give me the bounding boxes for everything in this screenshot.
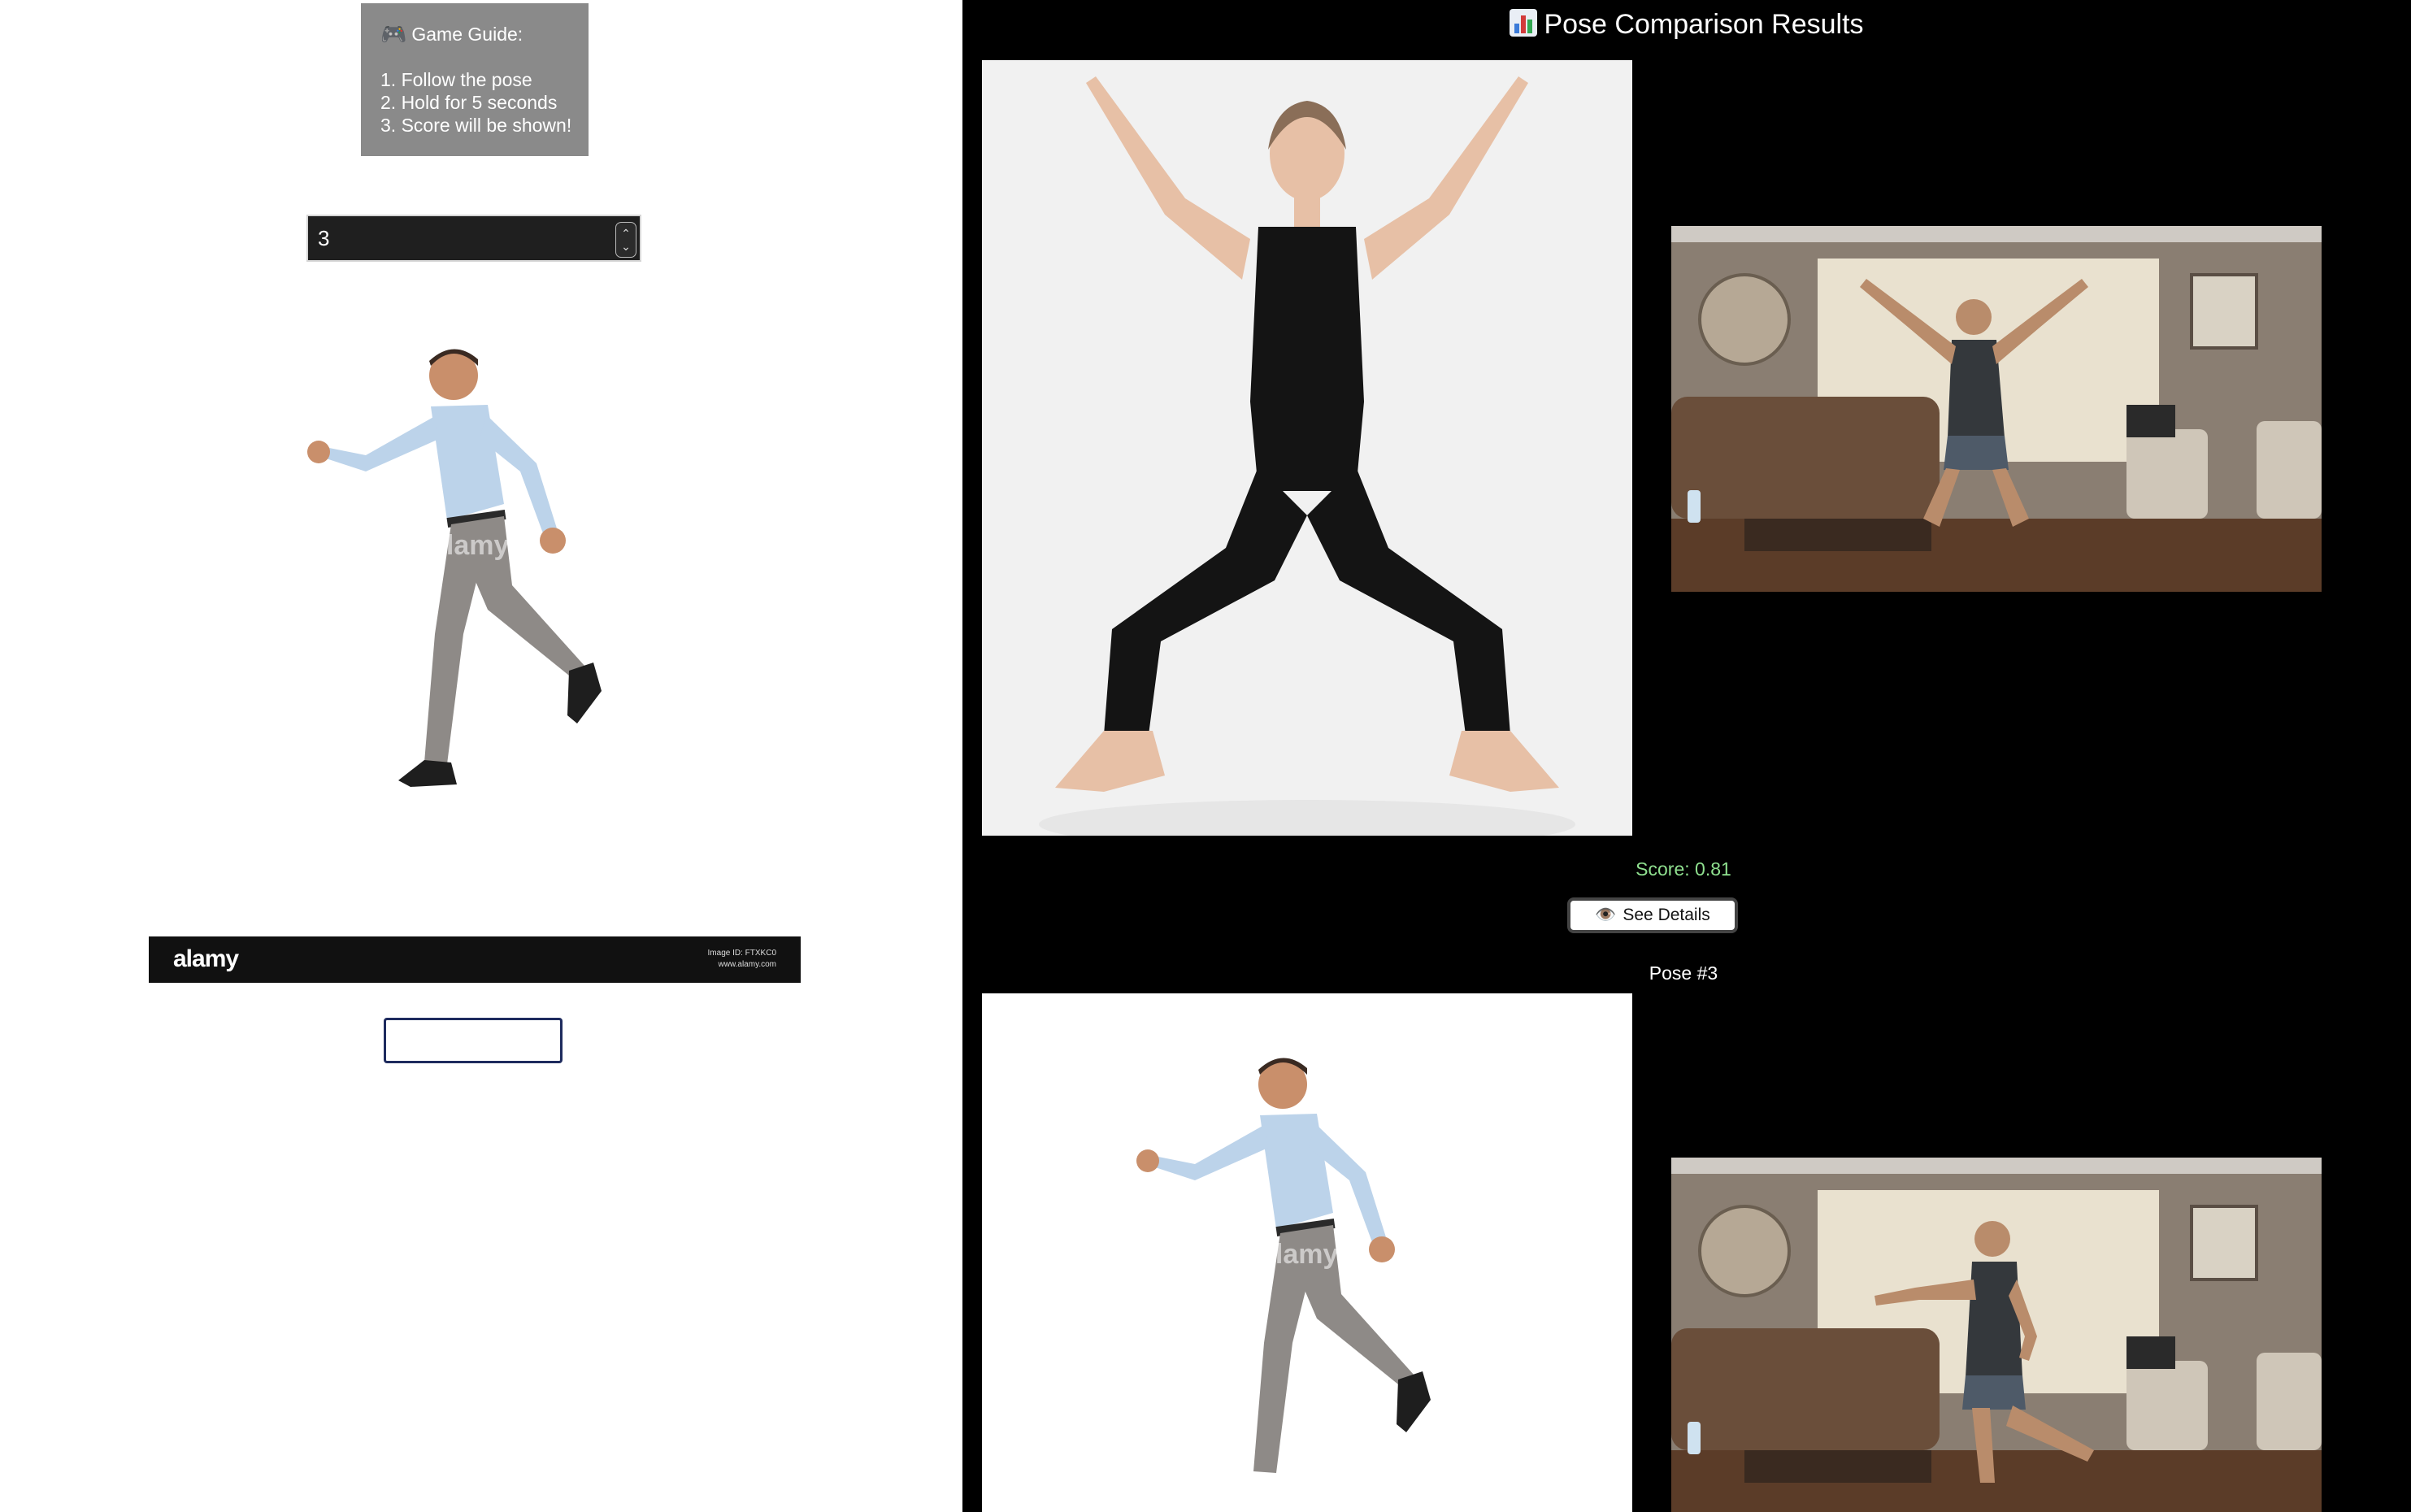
game-guide-card: 🎮 Game Guide: 1. Follow the pose 2. Hold… <box>361 3 589 156</box>
image-watermark: alamy <box>431 530 509 561</box>
image-watermark: alamy <box>1260 1239 1338 1270</box>
reference-pose-photo <box>982 60 1632 836</box>
watermark-bar: alamy Image ID: FTXKC0 www.alamy.com <box>149 936 801 983</box>
reference-pose-photo: alamy <box>982 993 1632 1512</box>
guide-step: 2. Hold for 5 seconds <box>380 92 558 113</box>
results-title: Pose Comparison Results <box>962 7 2411 42</box>
watermark-meta: Image ID: FTXKC0 www.alamy.com <box>708 948 776 971</box>
watermark-image-id: Image ID: FTXKC0 <box>707 949 776 958</box>
guide-steps: 1. Follow the pose 2. Hold for 5 seconds… <box>380 68 589 137</box>
reference-pose-image: alamy <box>307 349 602 787</box>
guide-title-text: Game Guide: <box>411 24 523 45</box>
see-details-label: See Details <box>1623 906 1710 924</box>
player-name-input[interactable] <box>384 1018 563 1063</box>
pose-score: Score: 0.81 <box>1636 858 1731 880</box>
chevron-down-icon[interactable]: ⌄ <box>621 240 631 253</box>
pose-number-label: Pose #3 <box>1649 962 1718 984</box>
pose-number-value: 3 <box>318 225 330 250</box>
guide-step: 3. Score will be shown! <box>380 115 572 136</box>
watermark-site: www.alamy.com <box>718 960 777 969</box>
gamepad-icon: 🎮 <box>380 22 407 46</box>
see-details-button[interactable]: 👁️ See Details <box>1567 897 1738 933</box>
eye-icon: 👁️ <box>1595 906 1617 924</box>
alamy-logo: alamy <box>173 945 239 972</box>
user-pose-photo <box>1671 1158 2322 1512</box>
game-panel: 🎮 Game Guide: 1. Follow the pose 2. Hold… <box>0 0 962 1512</box>
chevron-up-icon[interactable]: ⌃ <box>621 227 631 240</box>
guide-title: 🎮 Game Guide: <box>380 23 589 46</box>
results-panel: Pose Comparison Results Score: 0.81 👁️ S… <box>962 0 2411 1512</box>
results-title-text: Pose Comparison Results <box>1544 9 1864 40</box>
guide-step: 1. Follow the pose <box>380 69 532 90</box>
stepper-arrows[interactable]: ⌃ ⌄ <box>615 222 636 258</box>
user-pose-photo <box>1671 226 2322 592</box>
bar-chart-icon <box>1510 9 1538 37</box>
pose-number-stepper[interactable]: 3 ⌃ ⌄ <box>306 215 641 262</box>
